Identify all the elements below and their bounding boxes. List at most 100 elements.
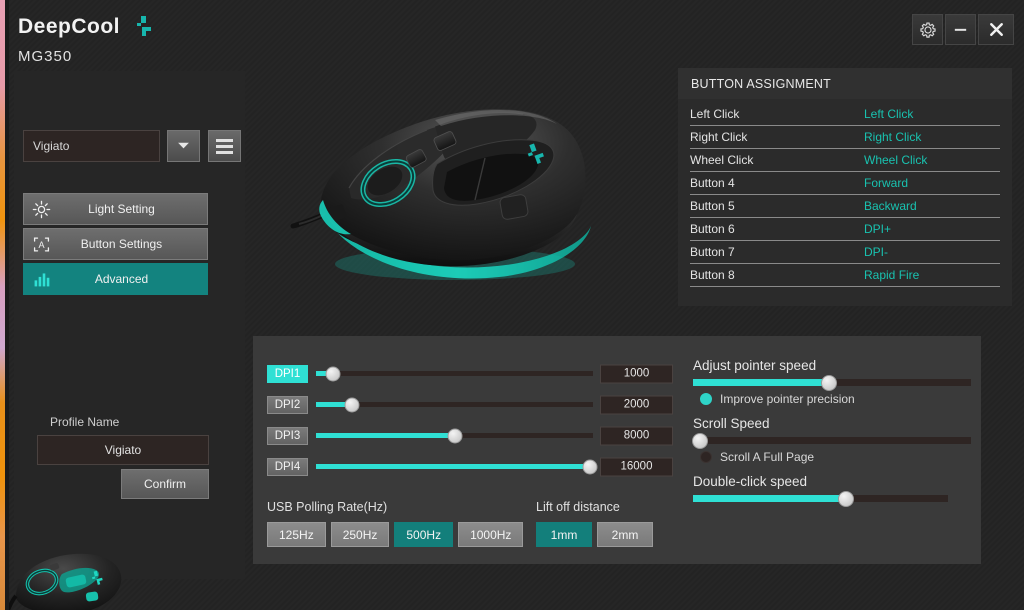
title-bar: DeepCool MG350: [0, 0, 1024, 74]
button-name: Button 7: [690, 245, 735, 259]
dpi-slider-knob[interactable]: [582, 459, 598, 474]
nav-list: Light Setting A Button Settings Advanced: [23, 193, 208, 298]
dpi-slider-track[interactable]: [316, 428, 593, 443]
polling-rate-option-500[interactable]: 500Hz: [394, 522, 454, 547]
lift-off-distance-group: Lift off distance 1mm 2mm: [536, 500, 653, 547]
button-name: Right Click: [690, 130, 748, 144]
sidebar-item-advanced[interactable]: Advanced: [23, 263, 208, 295]
table-row[interactable]: Button 5 Backward: [690, 195, 1000, 218]
dpi-slider-track[interactable]: [316, 459, 598, 474]
checkbox-label: Scroll A Full Page: [720, 450, 815, 464]
button-assignment-panel: BUTTON ASSIGNMENT Left Click Left Click …: [678, 68, 1012, 306]
chevron-down-icon: [177, 137, 190, 155]
settings-button[interactable]: [912, 14, 943, 45]
adjust-pointer-speed-slider[interactable]: [693, 374, 971, 391]
app-window: DeepCool MG350 Vigiato Light Setting A B…: [0, 0, 1024, 610]
dpi-slider-track[interactable]: [316, 366, 593, 381]
usb-polling-rate-group: USB Polling Rate(Hz) 125Hz 250Hz 500Hz 1…: [267, 500, 524, 547]
slider-knob[interactable]: [821, 374, 838, 391]
double-click-speed-slider[interactable]: [693, 490, 948, 507]
polling-rate-option-1000[interactable]: 1000Hz: [458, 522, 524, 547]
dpi-level-tag[interactable]: DPI2: [267, 395, 308, 414]
gear-icon: [919, 21, 936, 38]
sidebar-item-label: Advanced: [94, 272, 149, 286]
usb-polling-rate-label: USB Polling Rate(Hz): [267, 500, 388, 514]
advanced-settings-panel: DPI1 1000 DPI2 2000 DPI3 8000 DPI4 16000…: [253, 336, 981, 564]
checkbox-dot-icon: [700, 451, 712, 463]
table-row[interactable]: Left Click Left Click: [690, 103, 1000, 126]
dpi-slider-fill: [316, 433, 455, 438]
assign-key-icon: A: [24, 235, 58, 254]
gaming-mouse-thumbnail: [6, 548, 128, 610]
button-name: Left Click: [690, 107, 740, 121]
dpi-slider-knob[interactable]: [447, 428, 462, 443]
dpi-row: DPI3 8000: [267, 420, 673, 451]
profile-select[interactable]: Vigiato: [23, 130, 160, 162]
button-action: Left Click: [864, 107, 914, 121]
profile-dropdown-button[interactable]: [167, 130, 200, 162]
polling-rate-option-250[interactable]: 250Hz: [330, 522, 390, 547]
lift-off-distance-label: Lift off distance: [536, 500, 620, 514]
improve-pointer-precision-checkbox[interactable]: Improve pointer precision: [700, 392, 971, 406]
button-name: Button 6: [690, 222, 735, 236]
dpi-level-tag[interactable]: DPI4: [267, 457, 308, 476]
confirm-button[interactable]: Confirm: [121, 469, 209, 499]
button-name: Button 5: [690, 199, 735, 213]
lift-off-option-2mm[interactable]: 2mm: [597, 522, 653, 547]
button-action: Rapid Fire: [864, 268, 920, 282]
scroll-speed-slider[interactable]: [691, 432, 971, 449]
dpi-level-tag[interactable]: DPI3: [267, 426, 308, 445]
dpi-value-field[interactable]: 8000: [600, 426, 673, 445]
button-action: Right Click: [864, 130, 922, 144]
svg-text:A: A: [38, 239, 45, 249]
dpi-slider-group: DPI1 1000 DPI2 2000 DPI3 8000 DPI4 16000: [267, 358, 673, 482]
button-action: Backward: [864, 199, 917, 213]
sidebar-item-label: Light Setting: [88, 202, 155, 216]
minimize-button[interactable]: [945, 14, 976, 45]
table-row[interactable]: Button 8 Rapid Fire: [690, 264, 1000, 287]
minimize-icon: [952, 21, 969, 38]
deepcool-logo-icon: [129, 14, 155, 40]
slider-knob[interactable]: [838, 490, 854, 507]
table-row[interactable]: Button 7 DPI-: [690, 241, 1000, 264]
table-row[interactable]: Button 4 Forward: [690, 172, 1000, 195]
slider-knob[interactable]: [691, 432, 708, 449]
scroll-speed-label: Scroll Speed: [693, 416, 770, 431]
usb-polling-rate-options: 125Hz 250Hz 500Hz 1000Hz: [267, 522, 524, 547]
table-row[interactable]: Button 6 DPI+: [690, 218, 1000, 241]
checkbox-label: Improve pointer precision: [720, 392, 855, 406]
profile-name-label: Profile Name: [50, 415, 120, 429]
dpi-row: DPI2 2000: [267, 389, 673, 420]
dpi-slider-knob[interactable]: [325, 366, 341, 381]
dpi-value-field[interactable]: 2000: [600, 395, 673, 414]
window-controls: [912, 14, 1014, 45]
hamburger-icon[interactable]: [208, 130, 241, 162]
model-name: MG350: [18, 48, 73, 65]
double-click-speed-label: Double-click speed: [693, 474, 808, 489]
button-action: DPI-: [864, 245, 888, 259]
brand-logo-group: DeepCool: [18, 14, 155, 40]
checkbox-dot-icon: [700, 393, 712, 405]
table-row[interactable]: Right Click Right Click: [690, 126, 1000, 149]
button-action: Wheel Click: [864, 153, 928, 167]
button-name: Button 4: [690, 176, 735, 190]
close-button[interactable]: [978, 14, 1014, 45]
dpi-value-field[interactable]: 1000: [600, 364, 673, 383]
dpi-slider-track[interactable]: [316, 397, 593, 412]
dpi-slider-knob[interactable]: [344, 397, 360, 412]
dpi-value-field[interactable]: 16000: [600, 457, 673, 476]
table-row[interactable]: Wheel Click Wheel Click: [690, 149, 1000, 172]
scroll-a-full-page-checkbox[interactable]: Scroll A Full Page: [700, 450, 971, 464]
sidebar-item-button-settings[interactable]: A Button Settings: [23, 228, 208, 260]
gaming-mouse-render: [285, 68, 635, 303]
profile-name-input[interactable]: Vigiato: [37, 435, 209, 465]
polling-rate-option-125[interactable]: 125Hz: [267, 522, 326, 547]
dpi-level-tag[interactable]: DPI1: [267, 364, 308, 383]
dpi-slider-fill: [316, 464, 591, 469]
sidebar: Vigiato Light Setting A Button Settings …: [14, 71, 245, 579]
button-action: Forward: [864, 176, 909, 190]
slider-fill: [693, 495, 846, 502]
dpi-row: DPI4 16000: [267, 451, 673, 482]
lift-off-option-1mm[interactable]: 1mm: [536, 522, 592, 547]
sidebar-item-light-setting[interactable]: Light Setting: [23, 193, 208, 225]
